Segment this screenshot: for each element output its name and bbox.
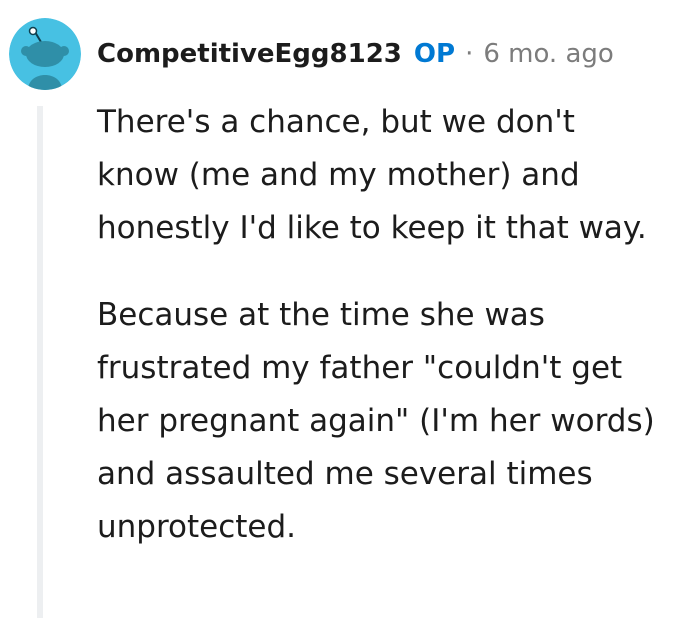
user-avatar[interactable] bbox=[9, 18, 81, 90]
comment-body: There's a chance, but we don't know (me … bbox=[97, 96, 657, 588]
comment: CompetitiveEgg8123 OP · 6 mo. ago There'… bbox=[0, 0, 678, 618]
username-link[interactable]: CompetitiveEgg8123 bbox=[97, 39, 402, 69]
comment-paragraph-1: There's a chance, but we don't know (me … bbox=[97, 104, 647, 246]
op-badge: OP bbox=[413, 39, 456, 69]
comment-paragraph-2: Because at the time she was frustrated m… bbox=[97, 297, 655, 545]
meta-separator: · bbox=[465, 39, 474, 69]
snoo-avatar-icon bbox=[9, 18, 81, 90]
thread-collapse-line[interactable] bbox=[37, 106, 43, 618]
comment-meta: CompetitiveEgg8123 OP · 6 mo. ago bbox=[97, 36, 614, 72]
comment-timestamp[interactable]: 6 mo. ago bbox=[483, 39, 613, 69]
